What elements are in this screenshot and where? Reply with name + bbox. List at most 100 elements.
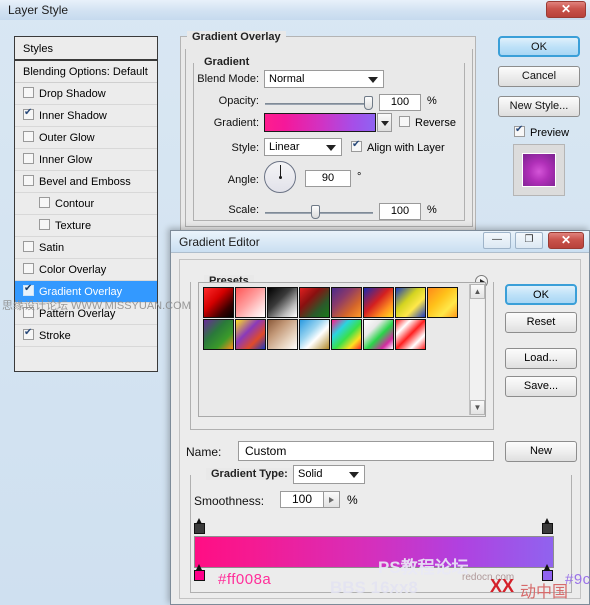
style-row-pattern-overlay[interactable]: Pattern Overlay [15,303,157,325]
blending-options-label: Blending Options: Default [23,66,148,78]
gradient-preview-swatch[interactable] [264,113,376,132]
name-input[interactable]: Custom [238,441,494,461]
opacity-input[interactable]: 100 [379,94,421,111]
gradient-bar[interactable] [194,536,554,568]
smoothness-unit: % [347,493,358,507]
style-row-gradient-overlay[interactable]: Gradient Overlay [15,281,157,303]
style-row-inner-glow[interactable]: Inner Glow [15,149,157,171]
preset-swatch[interactable] [235,319,266,350]
smoothness-stepper[interactable] [324,491,340,508]
style-row-color-overlay[interactable]: Color Overlay [15,259,157,281]
scale-slider-thumb[interactable] [311,205,320,219]
style-row-label: Contour [55,198,95,210]
ge-load-button[interactable]: Load... [505,348,577,369]
opacity-label: Opacity: [218,95,259,107]
close-icon[interactable]: ✕ [548,232,584,249]
style-row-contour[interactable]: Contour [15,193,157,215]
color-stop-left[interactable] [194,564,205,587]
preset-swatch[interactable] [203,319,234,350]
opacity-slider-thumb[interactable] [364,96,373,110]
gradient-picker-button[interactable] [377,113,392,132]
opacity-stop-right[interactable] [542,518,553,535]
preset-swatch[interactable] [363,319,394,350]
style-row-label: Satin [39,242,65,254]
checkbox-box[interactable] [39,197,50,208]
checkbox-box [351,139,362,152]
checkbox-box[interactable] [23,131,34,142]
angle-dial[interactable] [264,161,296,193]
smoothness-label: Smoothness: [194,494,265,508]
preview-checkbox[interactable]: Preview [514,124,569,139]
style-row-label: Inner Glow [39,154,93,166]
ge-save-button[interactable]: Save... [505,376,577,397]
preset-swatch[interactable] [203,287,234,318]
scale-label: Scale: [228,204,259,216]
style-row-bevel-and-emboss[interactable]: Bevel and Emboss [15,171,157,193]
scale-input[interactable]: 100 [379,203,421,220]
name-label: Name: [186,445,222,459]
angle-label: Angle: [227,174,259,186]
checkbox-box[interactable] [39,219,50,230]
smoothness-input[interactable]: 100 [280,491,324,508]
preset-swatch[interactable] [267,287,298,318]
style-label: Style: [231,142,259,154]
left-stop-hex-label: #ff008a [218,571,272,588]
preset-swatch[interactable] [395,319,426,350]
gradient-overlay-panel: Gradient Overlay Gradient Blend Mode: No… [180,31,476,232]
opacity-unit: % [427,95,437,107]
reverse-checkbox[interactable]: Reverse [399,116,456,129]
blend-mode-value: Normal [269,73,305,85]
scroll-down-icon[interactable]: ▼ [470,400,485,415]
stop-swatch [194,570,205,581]
style-row-outer-glow[interactable]: Outer Glow [15,127,157,149]
checkbox-box[interactable] [23,307,34,318]
checkbox-box[interactable] [23,283,34,296]
ok-button[interactable]: OK [498,36,580,57]
cancel-button[interactable]: Cancel [498,66,580,87]
chevron-down-icon [381,121,389,126]
maximize-icon[interactable]: ❐ [515,232,543,249]
checkbox-box[interactable] [23,87,34,98]
color-stop-right[interactable] [542,564,553,587]
preset-swatch[interactable] [395,287,426,318]
preset-swatch[interactable] [363,287,394,318]
checkbox-box [399,116,410,127]
opacity-slider-track[interactable] [265,103,373,105]
checkbox-box[interactable] [23,107,34,120]
preset-swatch[interactable] [427,287,458,318]
chevron-down-icon [326,145,336,151]
scroll-up-icon[interactable]: ▲ [470,284,485,299]
checkbox-box[interactable] [23,327,34,340]
style-row-label: Color Overlay [39,264,107,276]
preset-swatch[interactable] [299,287,330,318]
ge-new-button[interactable]: New [505,441,577,462]
opacity-stop-left[interactable] [194,518,205,535]
checkbox-box[interactable] [23,175,34,186]
preset-swatch[interactable] [267,319,298,350]
checkbox-box[interactable] [23,241,34,252]
ge-ok-button[interactable]: OK [505,284,577,305]
ge-reset-button[interactable]: Reset [505,312,577,333]
preset-swatch[interactable] [331,319,362,350]
new-style-button[interactable]: New Style... [498,96,580,117]
checkbox-box[interactable] [23,153,34,164]
preset-swatch[interactable] [299,319,330,350]
presets-list[interactable]: ▲ ▼ [198,282,486,417]
angle-input[interactable]: 90 [305,170,351,187]
close-icon[interactable]: ✕ [546,1,586,18]
presets-scrollbar[interactable]: ▲ ▼ [469,284,485,415]
style-row-stroke[interactable]: Stroke [15,325,157,347]
style-row-texture[interactable]: Texture [15,215,157,237]
checkbox-box[interactable] [23,263,34,274]
style-row-inner-shadow[interactable]: Inner Shadow [15,105,157,127]
blending-options-row[interactable]: Blending Options: Default [15,61,157,83]
reverse-label: Reverse [415,117,456,129]
style-select[interactable]: Linear [264,138,342,156]
align-with-layer-checkbox[interactable]: Align with Layer [351,139,445,154]
preset-swatch[interactable] [235,287,266,318]
minimize-icon[interactable]: — [483,232,511,249]
style-row-satin[interactable]: Satin [15,237,157,259]
preset-swatch[interactable] [331,287,362,318]
style-row-drop-shadow[interactable]: Drop Shadow [15,83,157,105]
blend-mode-select[interactable]: Normal [264,70,384,88]
